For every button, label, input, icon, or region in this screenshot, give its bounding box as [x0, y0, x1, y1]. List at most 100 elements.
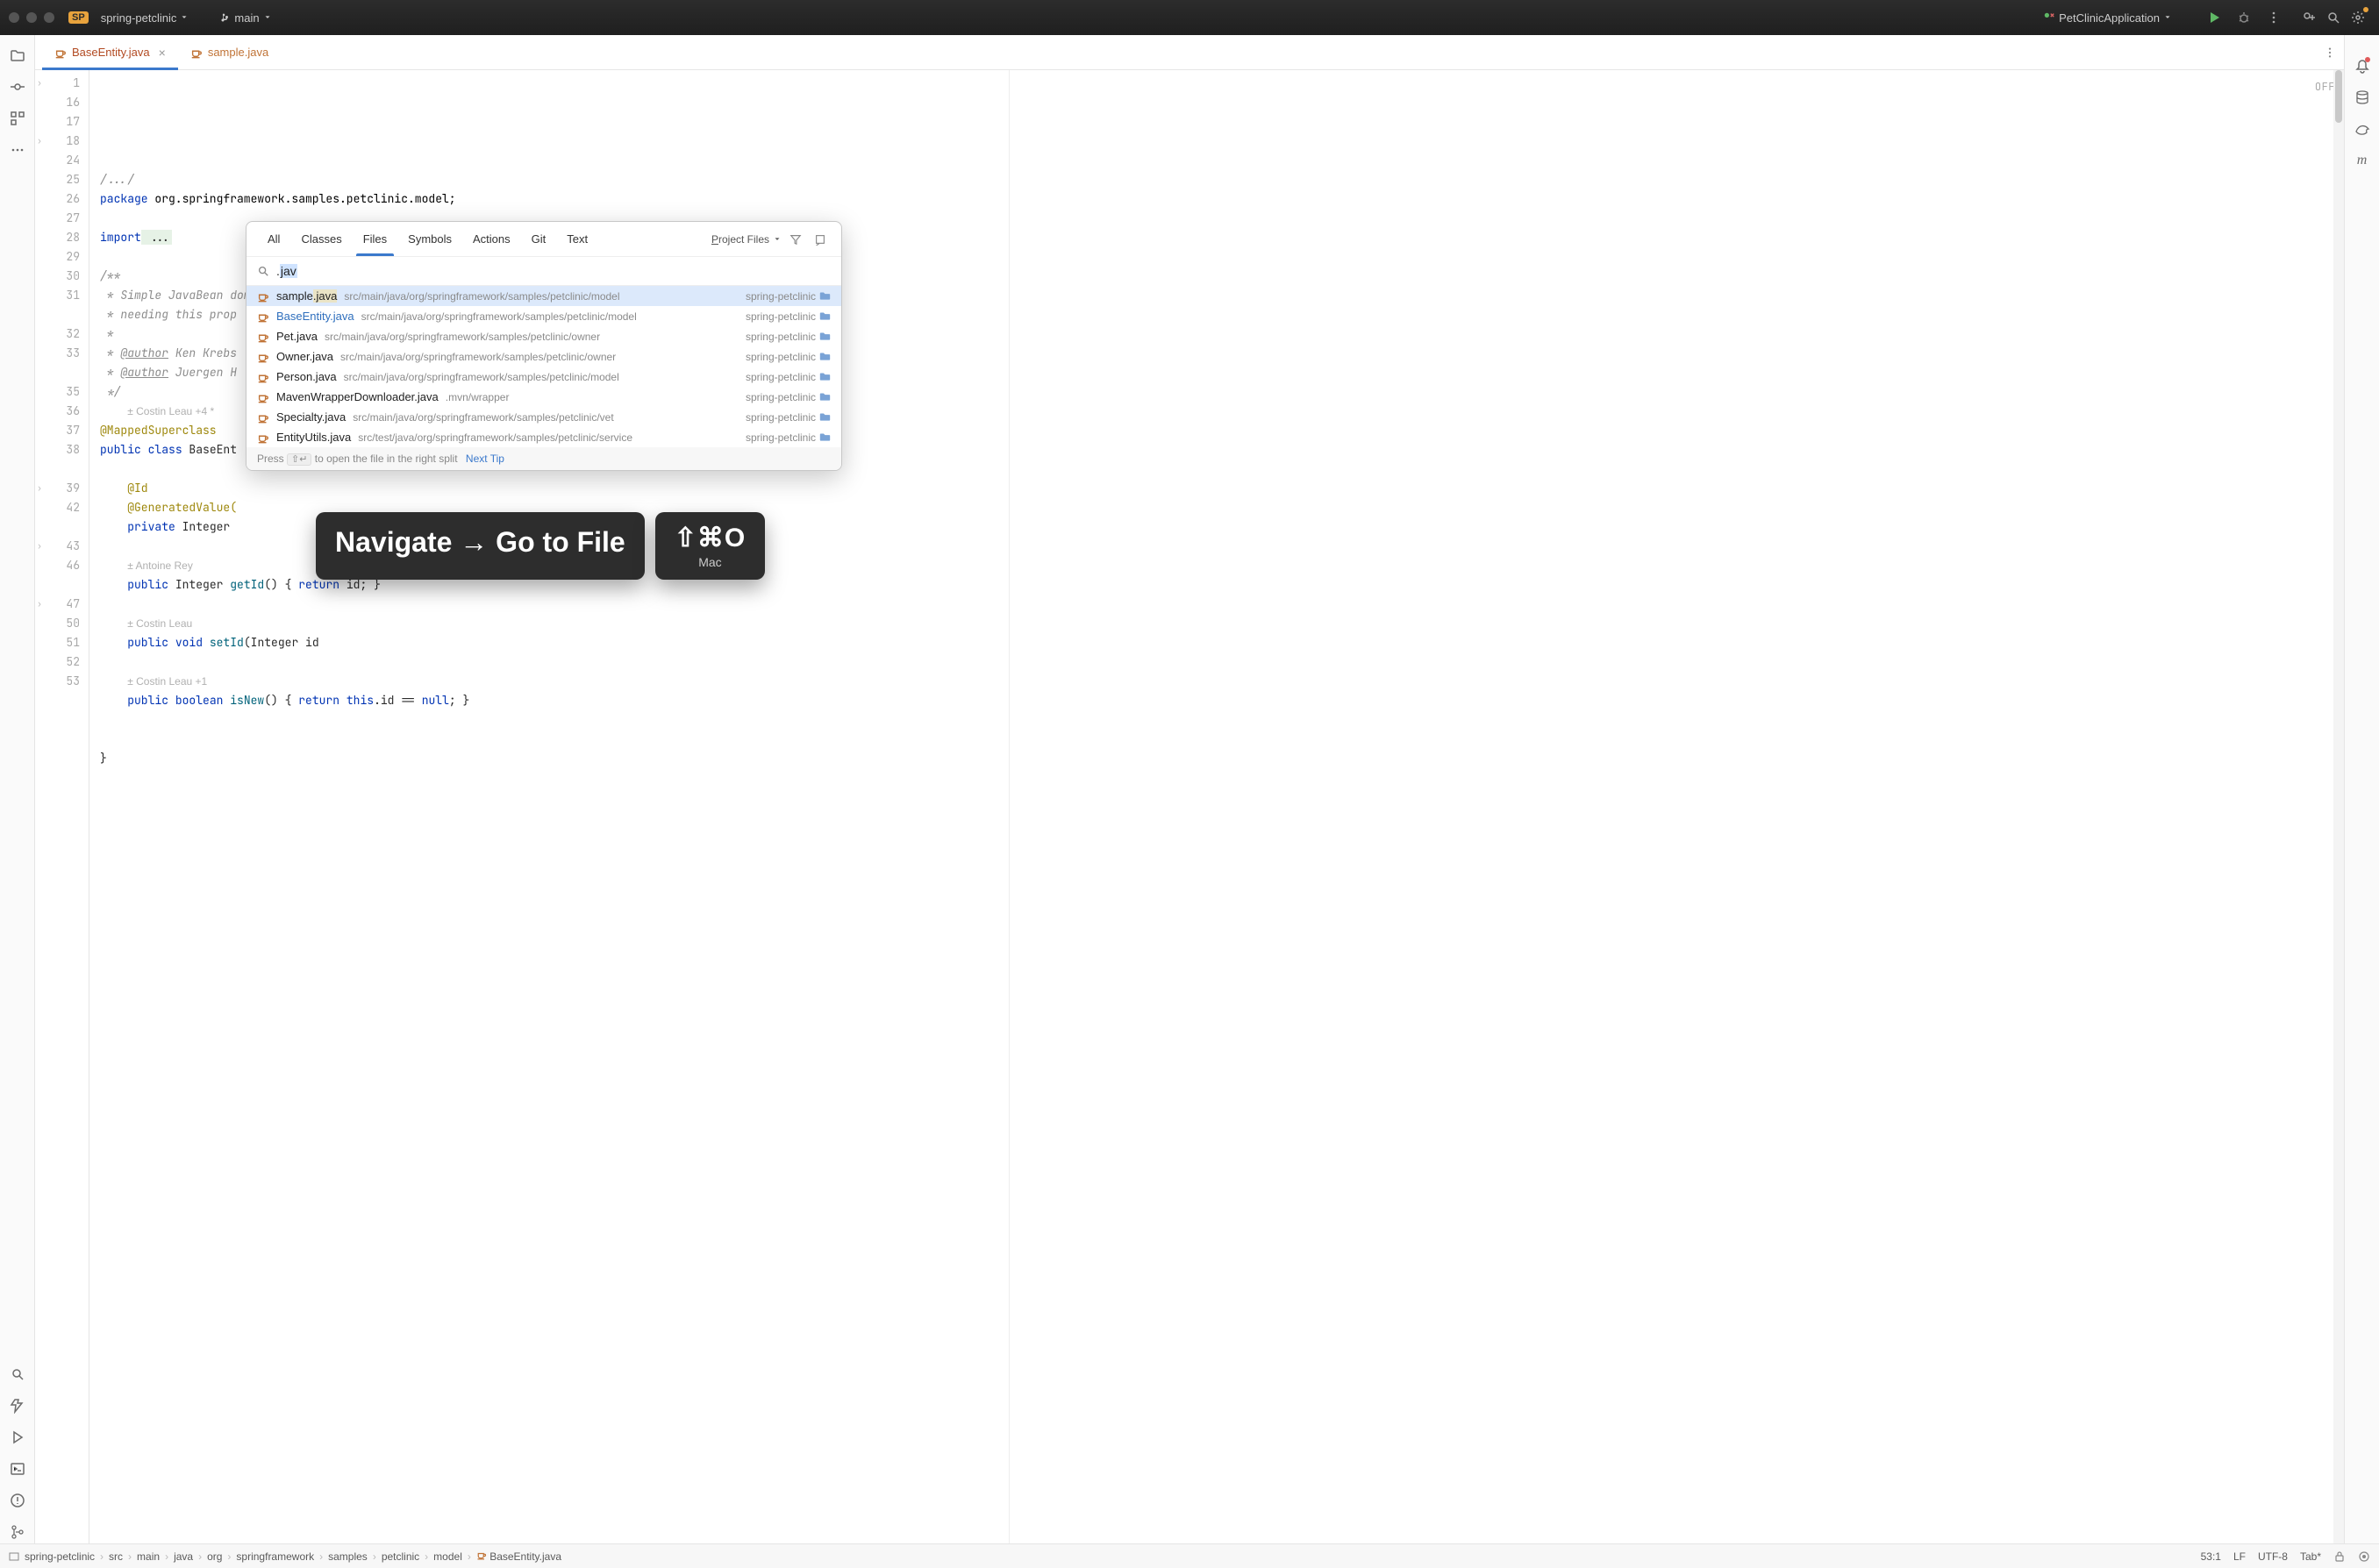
pin-button[interactable] — [810, 229, 831, 250]
breadcrumb-segment[interactable]: spring-petclinic — [25, 1550, 95, 1563]
code-with-me-button[interactable] — [2297, 5, 2321, 30]
chevron-down-icon — [2163, 13, 2172, 22]
popup-tab-all[interactable]: All — [257, 222, 290, 256]
result-row[interactable]: Person.java src/main/java/org/springfram… — [246, 367, 841, 387]
breadcrumb-segment[interactable]: src — [109, 1550, 123, 1563]
overlay-cards: Navigate → Go to File ⇧⌘O Mac — [316, 512, 765, 580]
gradle-tool-button[interactable] — [2351, 118, 2374, 140]
popup-tab-git[interactable]: Git — [521, 222, 557, 256]
run-config-dropdown[interactable]: PetClinicApplication — [2036, 8, 2179, 28]
file-encoding[interactable]: UTF-8 — [2258, 1550, 2288, 1563]
result-row[interactable]: BaseEntity.java src/main/java/org/spring… — [246, 306, 841, 326]
popup-tab-symbols[interactable]: Symbols — [397, 222, 462, 256]
results-list: sample.java src/main/java/org/springfram… — [246, 286, 841, 447]
next-tip-link[interactable]: Next Tip — [466, 453, 504, 465]
notifications-button[interactable] — [2351, 54, 2374, 77]
run-tool-button[interactable] — [6, 1426, 29, 1449]
project-name: spring-petclinic — [101, 11, 177, 25]
status-bar: spring-petclinic›src›main›java›org›sprin… — [0, 1543, 2379, 1568]
run-config-icon — [2043, 11, 2055, 24]
search-icon — [257, 265, 269, 277]
shortcut-platform: Mac — [698, 555, 721, 569]
more-run-button[interactable] — [2261, 5, 2286, 30]
search-everywhere-button[interactable] — [2321, 5, 2346, 30]
commit-tool-button[interactable] — [6, 75, 29, 98]
java-file-icon — [190, 46, 203, 59]
minimize-window[interactable] — [26, 12, 37, 23]
find-tool-button[interactable] — [6, 1363, 29, 1386]
hints-toggle[interactable]: OFF — [2315, 77, 2335, 96]
build-tool-button[interactable] — [6, 1394, 29, 1417]
chevron-down-icon — [180, 13, 189, 22]
window-controls[interactable] — [9, 12, 54, 23]
chevron-down-icon — [263, 13, 272, 22]
result-row[interactable]: Pet.java src/main/java/org/springframewo… — [246, 326, 841, 346]
editor-tabs: BaseEntity.java × sample.java — [35, 35, 2344, 70]
branch-dropdown[interactable]: main — [213, 8, 278, 28]
breadcrumb-segment[interactable]: model — [433, 1550, 462, 1563]
java-file-icon — [54, 46, 67, 59]
nav-bar-icon[interactable] — [9, 1551, 19, 1562]
popup-tab-actions[interactable]: Actions — [462, 222, 521, 256]
debug-button[interactable] — [2232, 5, 2256, 30]
run-config-name: PetClinicApplication — [2059, 11, 2160, 25]
tabs-menu-button[interactable] — [2316, 35, 2344, 69]
breadcrumb-segment[interactable]: samples — [328, 1550, 368, 1563]
breadcrumb-segment[interactable]: java — [174, 1550, 193, 1563]
popup-tab-files[interactable]: Files — [353, 222, 397, 256]
scope-dropdown[interactable]: Project Files — [711, 233, 782, 246]
problems-tool-button[interactable] — [6, 1489, 29, 1512]
tab-label: BaseEntity.java — [72, 46, 150, 59]
structure-tool-button[interactable] — [6, 107, 29, 130]
action-card: Navigate → Go to File — [316, 512, 645, 580]
popup-tab-classes[interactable]: Classes — [290, 222, 352, 256]
run-config-group: PetClinicApplication — [2036, 5, 2286, 30]
result-row[interactable]: sample.java src/main/java/org/springfram… — [246, 286, 841, 306]
project-badge: SP — [68, 11, 89, 24]
breadcrumb-segment[interactable]: BaseEntity.java — [476, 1550, 561, 1563]
shortcut-keys: ⇧⌘O — [675, 523, 746, 553]
result-row[interactable]: Owner.java src/main/java/org/springframe… — [246, 346, 841, 367]
tab-label: sample.java — [208, 46, 268, 59]
project-tool-button[interactable] — [6, 44, 29, 67]
filter-button[interactable] — [785, 229, 806, 250]
database-tool-button[interactable] — [2351, 86, 2374, 109]
caret-position[interactable]: 53:1 — [2201, 1550, 2221, 1563]
popup-hint: Press ⇧↵ to open the file in the right s… — [246, 447, 841, 470]
breadcrumb-segment[interactable]: org — [207, 1550, 222, 1563]
result-row[interactable]: MavenWrapperDownloader.java .mvn/wrapper… — [246, 387, 841, 407]
popup-tab-text[interactable]: Text — [556, 222, 598, 256]
vcs-tool-button[interactable] — [6, 1521, 29, 1543]
inspections-icon[interactable] — [2358, 1550, 2370, 1563]
titlebar: SP spring-petclinic main PetClinicApplic… — [0, 0, 2379, 35]
result-row[interactable]: Specialty.java src/main/java/org/springf… — [246, 407, 841, 427]
branch-name: main — [234, 11, 259, 25]
indent-setting[interactable]: Tab* — [2300, 1550, 2321, 1563]
left-tool-stripe — [0, 35, 35, 1543]
gutter[interactable]: 1›161718›242526272829303132333536373839›… — [35, 70, 89, 1543]
popup-search-field[interactable]: .jav — [246, 257, 841, 286]
popup-tab-row: All Classes Files Symbols Actions Git Te… — [246, 222, 841, 257]
tab-base-entity[interactable]: BaseEntity.java × — [42, 35, 178, 69]
terminal-tool-button[interactable] — [6, 1458, 29, 1480]
breadcrumb-segment[interactable]: main — [137, 1550, 160, 1563]
scrollbar-thumb[interactable] — [2335, 70, 2342, 123]
breadcrumb-segment[interactable]: springframework — [236, 1550, 314, 1563]
tab-sample[interactable]: sample.java — [178, 35, 281, 69]
breadcrumb-segment[interactable]: petclinic — [382, 1550, 419, 1563]
run-button[interactable] — [2202, 5, 2226, 30]
close-window[interactable] — [9, 12, 19, 23]
right-margin — [1009, 70, 1010, 1543]
readonly-lock-icon[interactable] — [2333, 1550, 2346, 1563]
maven-tool-button[interactable]: m — [2351, 149, 2374, 172]
editor-scrollbar[interactable] — [2333, 70, 2344, 1543]
more-tool-button[interactable] — [6, 139, 29, 161]
breadcrumbs[interactable]: spring-petclinic›src›main›java›org›sprin… — [25, 1550, 561, 1563]
project-dropdown[interactable]: spring-petclinic — [94, 8, 196, 28]
maximize-window[interactable] — [44, 12, 54, 23]
close-tab-button[interactable]: × — [159, 46, 166, 60]
branch-icon — [220, 12, 231, 23]
line-separator[interactable]: LF — [2233, 1550, 2246, 1563]
result-row[interactable]: EntityUtils.java src/test/java/org/sprin… — [246, 427, 841, 447]
settings-button[interactable] — [2346, 5, 2370, 30]
